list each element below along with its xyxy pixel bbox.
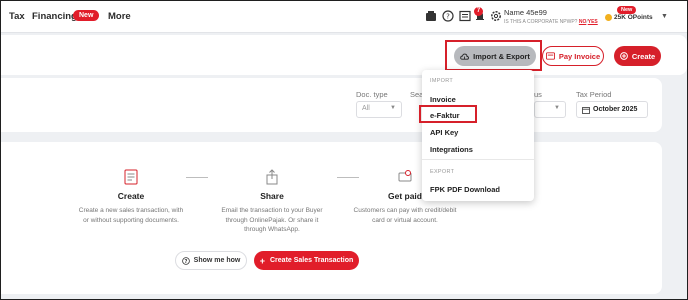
step-create-desc: Create a new sales transaction, with or …	[78, 207, 184, 224]
show-me-how-button[interactable]: ? Show me how	[175, 251, 247, 270]
opoints-balance[interactable]: 25K OPoints	[605, 14, 653, 21]
e-faktur-highlight-box	[419, 105, 477, 123]
coin-icon	[605, 14, 612, 21]
chevron-down-icon[interactable]: ▼	[661, 13, 668, 20]
tax-period-label: Tax Period	[576, 90, 612, 99]
menu-item-api-key[interactable]: API Key	[430, 128, 458, 137]
show-me-how-label: Show me how	[193, 257, 241, 264]
step-connector	[337, 177, 359, 178]
news-icon[interactable]	[459, 10, 471, 22]
corporate-question: IS THIS A CORPORATE NPWP?	[504, 19, 578, 25]
doc-type-label: Doc. type	[356, 90, 388, 99]
opoints-value: 25K OPoints	[614, 14, 653, 21]
step-create-title: Create	[117, 191, 145, 201]
corporate-yes-link[interactable]: YES	[588, 19, 598, 25]
help-icon: ?	[181, 256, 190, 265]
menu-item-integrations[interactable]: Integrations	[430, 145, 473, 154]
plus-circle-icon	[619, 52, 628, 60]
invoice-icon	[545, 52, 555, 60]
chevron-down-icon: ▼	[554, 105, 560, 111]
wallet-icon[interactable]	[425, 10, 437, 22]
notification-count-badge: 7	[474, 7, 483, 16]
step-share-desc: Email the transaction to your Buyer thro…	[221, 207, 323, 233]
nav-item-tax[interactable]: Tax	[9, 11, 25, 22]
doc-type-select[interactable]: All ▼	[356, 101, 402, 118]
step-get-paid-desc: Customers can pay with credit/debit card…	[353, 207, 457, 224]
tax-period-value: October 2025	[593, 106, 638, 113]
app-frame: Tax Financing New More ? 7 Name 45e99 IS…	[1, 1, 687, 299]
create-sales-transaction-button[interactable]: + Create Sales Transaction	[254, 251, 359, 270]
status-label: us	[534, 90, 542, 99]
import-section-heading: IMPORT	[430, 78, 454, 84]
export-section-heading: EXPORT	[430, 169, 455, 175]
create-label: Create	[631, 51, 656, 61]
svg-text:?: ?	[446, 13, 450, 21]
document-icon	[124, 169, 138, 185]
step-connector	[186, 177, 208, 178]
help-icon[interactable]: ?	[442, 10, 454, 22]
step-share-title: Share	[260, 191, 284, 201]
new-badge: New	[73, 10, 100, 21]
import-export-highlight-box	[445, 40, 542, 71]
pay-invoice-label: Pay Invoice	[558, 51, 601, 61]
chevron-down-icon: ▼	[390, 105, 396, 111]
user-name[interactable]: Name 45e99	[504, 8, 547, 17]
create-button[interactable]: Create	[614, 46, 661, 66]
plus-icon: +	[259, 255, 265, 266]
nav-item-more[interactable]: More	[108, 11, 131, 22]
create-sales-transaction-label: Create Sales Transaction	[270, 257, 354, 264]
pay-invoice-button[interactable]: Pay Invoice	[542, 46, 604, 66]
import-export-menu: IMPORT Invoice e-Faktur API Key Integrat…	[422, 70, 534, 201]
calendar-icon	[582, 106, 590, 114]
svg-text:?: ?	[184, 259, 187, 265]
share-icon	[266, 169, 278, 185]
corporate-npwp-prompt: IS THIS A CORPORATE NPWP? NO/YES	[504, 19, 598, 25]
payment-icon	[398, 170, 412, 182]
doc-type-value: All	[362, 105, 370, 112]
gear-icon[interactable]	[490, 10, 502, 22]
points-new-badge: New	[617, 6, 637, 14]
status-select[interactable]: ▼	[534, 101, 566, 118]
top-navigation-bar: Tax Financing New More ? 7 Name 45e99 IS…	[1, 1, 687, 33]
menu-item-fpk-pdf-download[interactable]: FPK PDF Download	[430, 185, 500, 194]
nav-item-financing[interactable]: Financing	[32, 11, 77, 22]
menu-item-invoice[interactable]: Invoice	[430, 95, 456, 104]
tax-period-picker[interactable]: October 2025	[576, 101, 648, 118]
menu-divider	[422, 159, 534, 160]
